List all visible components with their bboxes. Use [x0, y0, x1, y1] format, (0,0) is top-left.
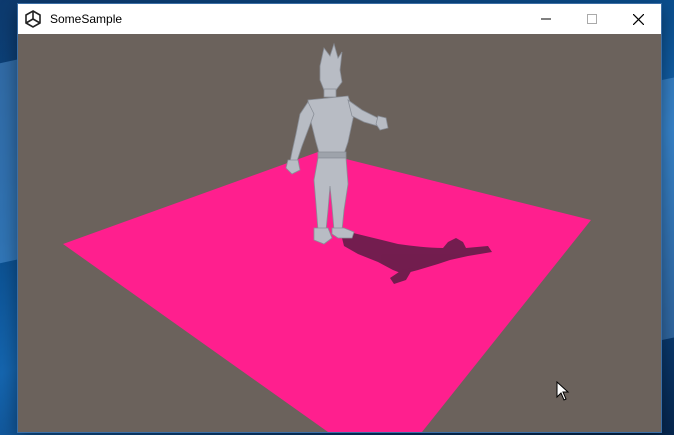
mouse-pointer-icon	[556, 380, 570, 406]
close-icon	[632, 13, 644, 25]
title-bar[interactable]: SomeSample	[18, 4, 661, 34]
maximize-button[interactable]	[569, 4, 615, 34]
window-title: SomeSample	[50, 12, 123, 26]
minimize-button[interactable]	[523, 4, 569, 34]
unity-logo-icon	[18, 4, 48, 34]
minimize-icon	[541, 18, 551, 20]
close-button[interactable]	[615, 4, 661, 34]
game-viewport[interactable]	[18, 34, 661, 432]
maximize-icon	[587, 14, 597, 24]
app-window[interactable]: SomeSample	[18, 4, 661, 432]
